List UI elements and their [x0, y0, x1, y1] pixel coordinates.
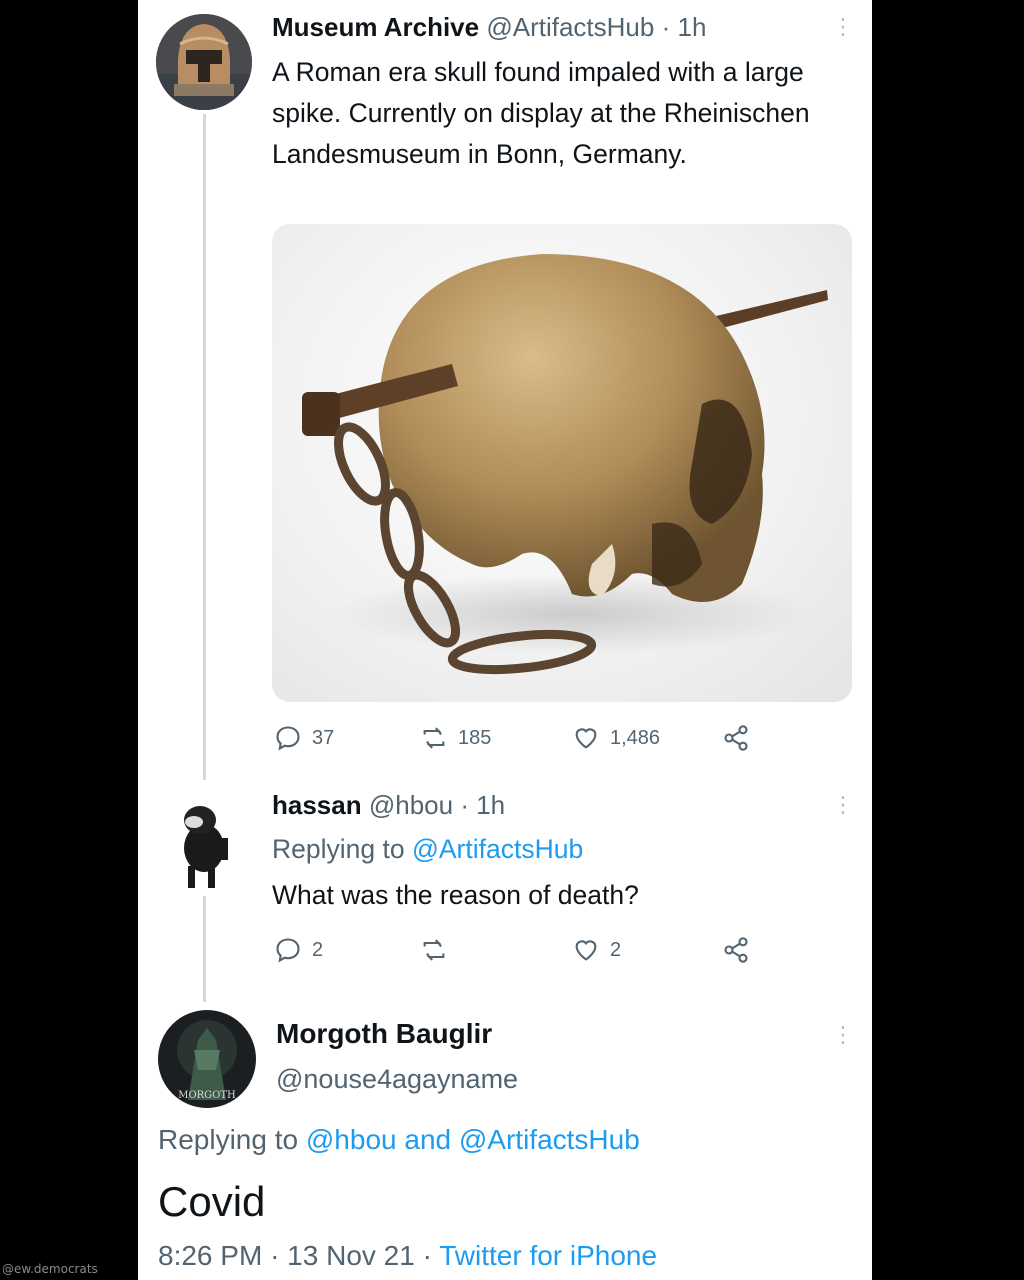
- reply-count: 2: [312, 938, 324, 961]
- separator: ·: [422, 1240, 432, 1271]
- replying-prefix: Replying to: [272, 834, 405, 864]
- display-name[interactable]: Museum Archive: [272, 12, 479, 42]
- heart-icon: [575, 940, 597, 961]
- retweet-icon: [423, 939, 445, 961]
- like-button[interactable]: 1,486: [572, 724, 660, 752]
- dark-figure-avatar-icon: MORGOTH: [158, 1010, 256, 1108]
- helmet-avatar-icon: [156, 14, 252, 110]
- tweet-text: A Roman era skull found impaled with a l…: [272, 57, 810, 169]
- thread-line: [203, 114, 206, 780]
- tweet-text: Covid: [158, 1178, 266, 1225]
- tweet2-header: hassan @hbou · 1h: [272, 790, 505, 821]
- share-button[interactable]: [722, 724, 750, 752]
- reply-button[interactable]: 37: [274, 724, 334, 752]
- handle[interactable]: @hbou: [369, 790, 453, 820]
- separator: ·: [661, 12, 671, 42]
- like-count: 2: [610, 938, 622, 961]
- handle[interactable]: @nouse4agayname: [276, 1064, 518, 1095]
- timestamp[interactable]: 1h: [476, 790, 505, 820]
- display-name[interactable]: Morgoth Bauglir: [276, 1018, 492, 1050]
- mention-link-hbou[interactable]: @hbou: [306, 1124, 397, 1155]
- avatar-morgoth[interactable]: MORGOTH: [158, 1010, 256, 1108]
- share-button[interactable]: [722, 936, 750, 964]
- timestamp[interactable]: 1h: [677, 12, 706, 42]
- display-name[interactable]: hassan: [272, 790, 362, 820]
- more-options-icon[interactable]: ⋮: [832, 16, 854, 38]
- like-count: 1,486: [610, 726, 661, 749]
- separator: ·: [270, 1240, 280, 1271]
- replying-and: and: [404, 1124, 452, 1155]
- thread-line: [203, 892, 206, 1002]
- reply-icon: [276, 726, 300, 751]
- mention-link-artifactshub[interactable]: @ArtifactsHub: [459, 1124, 640, 1155]
- like-button[interactable]: 2: [572, 936, 621, 964]
- tweet-date[interactable]: 13 Nov 21: [287, 1240, 415, 1271]
- share-icon: [724, 937, 748, 963]
- more-options-icon[interactable]: ⋮: [832, 794, 854, 816]
- avatar-hassan[interactable]: [174, 796, 238, 896]
- more-options-icon[interactable]: ⋮: [832, 1024, 854, 1046]
- dog-avatar-icon: [174, 796, 238, 896]
- watermark: @ew.democrats: [2, 1262, 98, 1276]
- heart-icon: [575, 728, 597, 749]
- tweet-text: What was the reason of death?: [272, 880, 639, 910]
- reply-button[interactable]: 2: [274, 936, 323, 964]
- retweet-icon: [423, 727, 445, 749]
- replying-to: Replying to @ArtifactsHub: [272, 834, 583, 865]
- tweet-thread-panel: Museum Archive @ArtifactsHub · 1h ⋮ A Ro…: [138, 0, 872, 1280]
- replying-to: Replying to @hbou and @ArtifactsHub: [158, 1124, 640, 1156]
- share-icon: [724, 725, 748, 751]
- tweet1-header: Museum Archive @ArtifactsHub · 1h: [272, 12, 706, 43]
- handle[interactable]: @ArtifactsHub: [486, 12, 654, 42]
- retweet-button[interactable]: 185: [420, 724, 491, 752]
- tweet-source-link[interactable]: Twitter for iPhone: [439, 1240, 657, 1271]
- tweet-meta: 8:26 PM · 13 Nov 21 · Twitter for iPhone: [158, 1240, 657, 1272]
- replying-prefix: Replying to: [158, 1124, 299, 1155]
- skull-photo-icon: [302, 254, 828, 675]
- tweet-time[interactable]: 8:26 PM: [158, 1240, 262, 1271]
- separator: ·: [460, 790, 469, 820]
- avatar-logo-text: MORGOTH: [178, 1090, 236, 1101]
- tweet2-actions: 2 2: [274, 936, 854, 966]
- retweet-button[interactable]: [420, 936, 458, 964]
- reply-icon: [276, 938, 300, 963]
- tweet-media-image[interactable]: [272, 224, 852, 702]
- retweet-count: 185: [458, 726, 492, 749]
- avatar-museum-archive[interactable]: [156, 14, 252, 110]
- tweet1-actions: 37 185 1,486: [274, 724, 854, 754]
- mention-link[interactable]: @ArtifactsHub: [412, 834, 583, 864]
- reply-count: 37: [312, 726, 335, 749]
